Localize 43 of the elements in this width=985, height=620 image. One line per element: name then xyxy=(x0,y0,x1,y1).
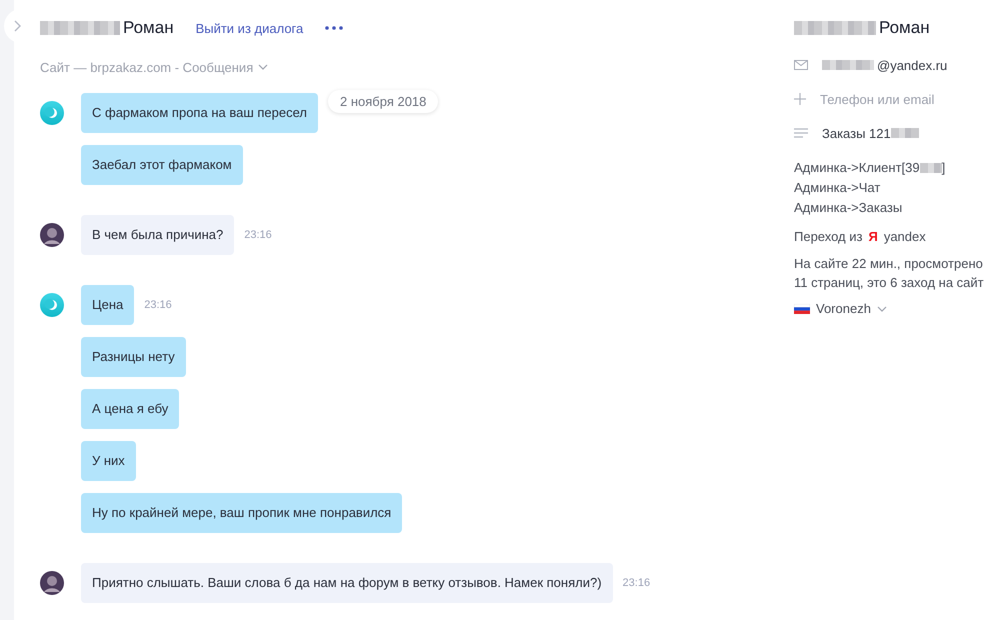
caret-icon[interactable] xyxy=(258,64,268,70)
email-text: @yandex.ru xyxy=(877,58,948,72)
bracket-text: ] xyxy=(942,159,946,177)
admin-link[interactable]: Админка->Клиент[39 xyxy=(794,158,920,178)
leave-dialog-link[interactable]: Выйти из диалога xyxy=(196,20,304,36)
visit-stats: На сайте 22 мин., просмотрено 11 страниц, это 6 заход на сайт xyxy=(794,255,985,292)
chevron-icon xyxy=(14,20,22,32)
admin-link[interactable]: Админка->Чат xyxy=(794,178,880,198)
admin-link[interactable]: Админка->Заказы xyxy=(794,198,902,218)
message-bubble: С фармаком пропа на ваш пересел xyxy=(81,93,318,133)
orders-text[interactable]: Заказы 121 xyxy=(822,126,891,140)
list-icon xyxy=(794,128,808,138)
more-icon[interactable] xyxy=(325,26,344,30)
caret-icon[interactable] xyxy=(876,306,887,312)
operator-avatar xyxy=(40,101,64,125)
message-bubble: А цена я ебу xyxy=(81,389,180,429)
date-chip: 2 ноября 2018 xyxy=(328,90,438,113)
user-avatar xyxy=(40,223,64,247)
referral-source: yandex xyxy=(884,229,926,244)
source-label: Сайт — brpzakaz.com - Сообщения xyxy=(40,60,254,74)
message-time: 23:16 xyxy=(144,299,172,311)
user-avatar xyxy=(40,571,64,595)
message-bubble: У них xyxy=(81,441,136,481)
message-time: 23:16 xyxy=(244,229,272,241)
profile-name: Роман xyxy=(879,18,930,38)
message-bubble: Разницы нету xyxy=(81,337,186,377)
message-bubble: Ну по крайней мере, ваш пропик мне понравился xyxy=(81,493,402,533)
location-text[interactable]: Voronezh xyxy=(816,301,871,316)
yandex-logo: Я xyxy=(868,229,878,244)
mail-icon xyxy=(794,60,808,70)
message-bubble: Заебал этот фармаком xyxy=(81,145,243,185)
message-bubble: Цена xyxy=(81,285,134,325)
contact-name: Роман xyxy=(123,18,174,38)
message-bubble: В чем была причина? xyxy=(81,215,234,255)
plus-icon[interactable] xyxy=(794,93,806,105)
message-bubble: Приятно слышать. Ваши слова б да нам на форум в ветку отзывов. Намек поняли?) xyxy=(81,563,613,603)
blurred-email xyxy=(822,60,874,70)
blurred-id xyxy=(920,163,942,173)
operator-avatar xyxy=(40,293,64,317)
referral-label: Переход из xyxy=(794,229,862,244)
blurred-number xyxy=(890,128,919,138)
russia-flag-icon xyxy=(794,304,810,314)
message-time: 23:16 xyxy=(622,577,650,589)
